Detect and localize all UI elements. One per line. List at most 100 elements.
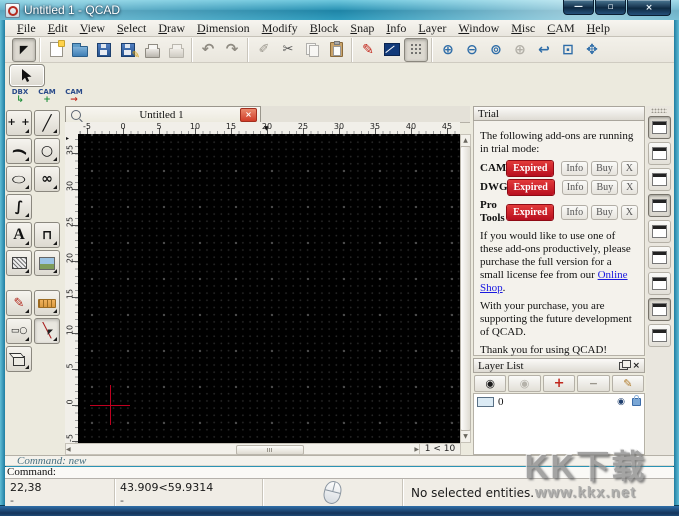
- horizontal-scroll-track[interactable]: [71, 444, 415, 455]
- open-file-icon[interactable]: [68, 38, 92, 62]
- drawing-canvas[interactable]: [78, 134, 460, 443]
- panel-toggle-button-7[interactable]: [647, 272, 671, 295]
- menu-item-misc[interactable]: Misc: [505, 21, 541, 36]
- menu-item-cam[interactable]: CAM: [541, 21, 580, 36]
- panel-toggle-button-9[interactable]: [647, 324, 671, 347]
- polyline-tool[interactable]: ∫: [6, 194, 32, 220]
- addon-info-button[interactable]: Info: [561, 161, 589, 176]
- addon-info-button[interactable]: Info: [561, 204, 589, 220]
- print-icon[interactable]: [140, 38, 164, 62]
- selection-arrow-icon[interactable]: ◤: [12, 37, 36, 62]
- panel-toggle-button-8[interactable]: [647, 298, 671, 321]
- box3d-tool[interactable]: [6, 346, 32, 372]
- close-button[interactable]: ×: [627, 0, 671, 16]
- zoom-previous-icon[interactable]: ↩: [532, 38, 556, 62]
- scroll-down-icon[interactable]: ▼: [463, 431, 468, 442]
- panel-toggle-button-4[interactable]: [647, 194, 671, 217]
- layer-row[interactable]: 0 ◉: [474, 394, 644, 409]
- addon-close-button[interactable]: X: [621, 180, 639, 195]
- cam-add-icon[interactable]: CAM +: [35, 88, 59, 106]
- menu-item-draw[interactable]: Draw: [152, 21, 191, 36]
- tab-close-button[interactable]: ×: [240, 107, 257, 122]
- zoom-out-icon[interactable]: ⊖: [460, 38, 484, 62]
- layer-list[interactable]: 0 ◉: [473, 393, 645, 455]
- addon-close-button[interactable]: X: [620, 161, 638, 176]
- addon-buy-button[interactable]: Buy: [591, 161, 618, 176]
- new-file-icon[interactable]: [44, 38, 68, 62]
- menu-item-layer[interactable]: Layer: [412, 21, 452, 36]
- cam-run-icon[interactable]: CAM →: [62, 88, 86, 106]
- snap-pointer-tool[interactable]: ╲: [34, 318, 60, 344]
- text-tool[interactable]: A: [6, 222, 32, 248]
- hide-all-layers-icon[interactable]: ◉: [508, 375, 541, 392]
- menu-item-file[interactable]: File: [11, 21, 42, 36]
- grid-toggle-icon[interactable]: [404, 37, 428, 62]
- panel-toggle-button-5[interactable]: [647, 220, 671, 243]
- addon-close-button[interactable]: X: [620, 204, 638, 220]
- horizontal-scrollbar[interactable]: ◀ ▶ 1 < 10: [65, 443, 461, 455]
- vertical-scrollbar[interactable]: ▲ ▼: [460, 134, 471, 443]
- line-tool[interactable]: ╱: [34, 110, 60, 136]
- menu-item-modify[interactable]: Modify: [256, 21, 304, 36]
- remove-layer-icon[interactable]: −: [577, 375, 610, 392]
- cam-dbx-icon[interactable]: DBX ↳: [8, 88, 32, 106]
- menu-item-window[interactable]: Window: [452, 21, 505, 36]
- lineweight-icon[interactable]: [380, 38, 404, 62]
- measure-tool[interactable]: ✎: [6, 290, 32, 316]
- point-tool[interactable]: + +: [6, 110, 32, 136]
- maximize-button[interactable]: ▫: [595, 0, 626, 15]
- layer-list-title-bar[interactable]: Layer List ×: [473, 358, 645, 373]
- layer-visibility-icon[interactable]: ◉: [617, 397, 625, 407]
- selection-pointer-button[interactable]: [9, 64, 45, 87]
- redo-icon[interactable]: ↷: [220, 38, 244, 62]
- ellipse-tool[interactable]: ○: [6, 166, 32, 192]
- draw-pencil-icon[interactable]: ✎: [356, 38, 380, 62]
- zoom-window-icon[interactable]: ⊡: [556, 38, 580, 62]
- save-file-icon[interactable]: [92, 38, 116, 62]
- spline-tool[interactable]: ∞: [34, 166, 60, 192]
- paste-icon[interactable]: [324, 38, 348, 62]
- add-layer-icon[interactable]: +: [542, 375, 576, 392]
- shape-tools[interactable]: ▭○: [6, 318, 32, 344]
- panel-toggle-button-6[interactable]: [647, 246, 671, 269]
- undo-icon[interactable]: ↶: [196, 38, 220, 62]
- menu-item-snap[interactable]: Snap: [344, 21, 380, 36]
- print-preview-icon[interactable]: [164, 38, 188, 62]
- zoom-in-disabled-icon[interactable]: ⊕: [508, 38, 532, 62]
- cut-icon[interactable]: ✂: [276, 38, 300, 62]
- auto-zoom-icon[interactable]: ⊚: [484, 38, 508, 62]
- panel-float-icon[interactable]: [619, 359, 632, 370]
- addon-buy-button[interactable]: Buy: [591, 204, 618, 220]
- panel-close-icon[interactable]: ×: [632, 361, 640, 371]
- scroll-up-icon[interactable]: ▲: [463, 135, 468, 146]
- edit-layer-icon[interactable]: ✎: [611, 375, 645, 392]
- document-tab[interactable]: Untitled 1 ×: [65, 106, 261, 122]
- minimize-button[interactable]: —: [563, 0, 594, 15]
- arc-tool[interactable]: (: [6, 138, 32, 164]
- menu-item-dimension[interactable]: Dimension: [191, 21, 256, 36]
- command-input[interactable]: Command:: [5, 467, 674, 478]
- menu-item-help[interactable]: Help: [581, 21, 616, 36]
- horizontal-scroll-thumb[interactable]: [235, 445, 304, 455]
- panel-toggle-button-1[interactable]: [647, 116, 671, 139]
- copy-icon[interactable]: [300, 38, 324, 62]
- pan-icon[interactable]: ✥: [580, 38, 604, 62]
- show-all-layers-icon[interactable]: ◉: [474, 375, 507, 392]
- hatch-tool[interactable]: [6, 250, 32, 276]
- dock-drag-handle[interactable]: [651, 108, 667, 113]
- menu-item-view[interactable]: View: [74, 21, 111, 36]
- pen-icon[interactable]: ✐: [252, 38, 276, 62]
- menu-item-edit[interactable]: Edit: [42, 21, 74, 36]
- addon-info-button[interactable]: Info: [561, 180, 589, 195]
- menu-item-block[interactable]: Block: [304, 21, 345, 36]
- circle-tool[interactable]: ○: [34, 138, 60, 164]
- dimension-tool[interactable]: ⊓: [34, 222, 60, 248]
- zoom-in-icon[interactable]: ⊕: [436, 38, 460, 62]
- menu-item-select[interactable]: Select: [111, 21, 152, 36]
- save-as-icon[interactable]: ✎: [116, 38, 140, 62]
- image-tool[interactable]: [34, 250, 60, 276]
- addon-buy-button[interactable]: Buy: [591, 180, 619, 195]
- panel-toggle-button-3[interactable]: [647, 168, 671, 191]
- panel-toggle-button-2[interactable]: [647, 142, 671, 165]
- menu-item-info[interactable]: Info: [380, 21, 412, 36]
